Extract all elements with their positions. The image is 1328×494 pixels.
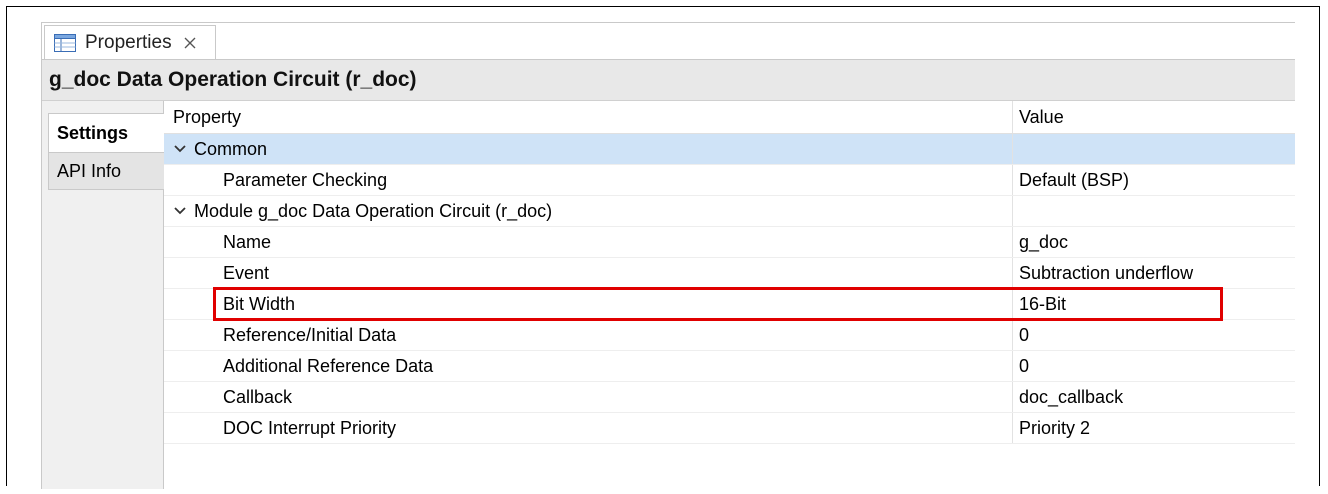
chevron-down-icon[interactable] xyxy=(173,143,187,155)
page-title: g_doc Data Operation Circuit (r_doc) xyxy=(49,68,417,91)
value-cell[interactable]: Priority 2 xyxy=(1013,413,1295,443)
chevron-down-icon[interactable] xyxy=(173,205,187,217)
table-row-module[interactable]: Module g_doc Data Operation Circuit (r_d… xyxy=(164,196,1295,227)
property-label: Parameter Checking xyxy=(223,169,388,190)
property-label: Reference/Initial Data xyxy=(223,324,397,345)
value-cell[interactable]: doc_callback xyxy=(1013,382,1295,412)
value-label: Priority 2 xyxy=(1019,417,1091,438)
value-cell[interactable]: 16-Bit xyxy=(1013,289,1295,319)
property-cell: Parameter Checking xyxy=(164,165,1013,195)
tab-api-info[interactable]: API Info xyxy=(48,153,164,190)
value-label: 0 xyxy=(1019,355,1030,376)
close-icon[interactable] xyxy=(182,35,198,51)
property-cell: Event xyxy=(164,258,1013,288)
tab-bar: Properties xyxy=(42,23,1295,60)
property-cell: Reference/Initial Data xyxy=(164,320,1013,350)
header-value-label: Value xyxy=(1019,106,1064,127)
table-row[interactable]: Parameter Checking Default (BSP) xyxy=(164,165,1295,196)
tab-settings[interactable]: Settings xyxy=(48,113,165,153)
table-row-common[interactable]: Common xyxy=(164,134,1295,165)
value-cell[interactable]: 0 xyxy=(1013,351,1295,381)
table-row[interactable]: Name g_doc xyxy=(164,227,1295,258)
table-header: Property Value xyxy=(164,101,1295,134)
properties-table: Property Value Common Parameter Checking… xyxy=(164,101,1295,489)
value-cell[interactable] xyxy=(1013,196,1295,226)
table-row[interactable]: Additional Reference Data 0 xyxy=(164,351,1295,382)
property-label: DOC Interrupt Priority xyxy=(223,417,397,438)
table-row-event[interactable]: Event Subtraction underflow xyxy=(164,258,1295,289)
header-property-label: Property xyxy=(173,106,242,127)
property-cell: Module g_doc Data Operation Circuit (r_d… xyxy=(164,196,1013,226)
properties-view: Properties g_doc Data Operation Circuit … xyxy=(41,22,1295,489)
property-label: Module g_doc Data Operation Circuit (r_d… xyxy=(194,200,553,221)
value-label: doc_callback xyxy=(1019,386,1124,407)
property-label: Name xyxy=(223,231,272,252)
table-row[interactable]: DOC Interrupt Priority Priority 2 xyxy=(164,413,1295,444)
tab-label: Properties xyxy=(85,31,172,53)
value-cell[interactable]: Default (BSP) xyxy=(1013,165,1295,195)
tab-properties[interactable]: Properties xyxy=(44,25,216,59)
value-label: 16-Bit xyxy=(1019,293,1067,314)
property-cell: Callback xyxy=(164,382,1013,412)
value-label: g_doc xyxy=(1019,231,1069,252)
table-row[interactable]: Reference/Initial Data 0 xyxy=(164,320,1295,351)
properties-table-icon xyxy=(54,33,76,52)
value-label: Default (BSP) xyxy=(1019,169,1130,190)
tab-settings-label: Settings xyxy=(57,122,129,143)
table-row[interactable]: Bit Width 16-Bit xyxy=(164,289,1295,320)
property-label: Bit Width xyxy=(223,293,296,314)
value-cell[interactable] xyxy=(1013,134,1295,164)
property-cell: Common xyxy=(164,134,1013,164)
property-cell: DOC Interrupt Priority xyxy=(164,413,1013,443)
value-cell[interactable]: Subtraction underflow xyxy=(1013,258,1295,288)
column-header-property[interactable]: Property xyxy=(164,101,1013,133)
table-row[interactable]: Callback doc_callback xyxy=(164,382,1295,413)
value-cell[interactable]: g_doc xyxy=(1013,227,1295,257)
property-label: Callback xyxy=(223,386,293,407)
value-cell[interactable]: 0 xyxy=(1013,320,1295,350)
property-label: Additional Reference Data xyxy=(223,355,434,376)
property-cell: Name xyxy=(164,227,1013,257)
column-header-value[interactable]: Value xyxy=(1013,101,1295,133)
property-label: Event xyxy=(223,262,270,283)
value-label: 0 xyxy=(1019,324,1030,345)
property-label: Common xyxy=(194,138,268,159)
tab-api-info-label: API Info xyxy=(57,160,122,181)
value-label: Subtraction underflow xyxy=(1019,262,1194,283)
property-cell: Additional Reference Data xyxy=(164,351,1013,381)
side-tabs: Settings API Info xyxy=(42,101,165,489)
property-cell: Bit Width xyxy=(164,289,1013,319)
title-bar: g_doc Data Operation Circuit (r_doc) xyxy=(42,60,1295,101)
